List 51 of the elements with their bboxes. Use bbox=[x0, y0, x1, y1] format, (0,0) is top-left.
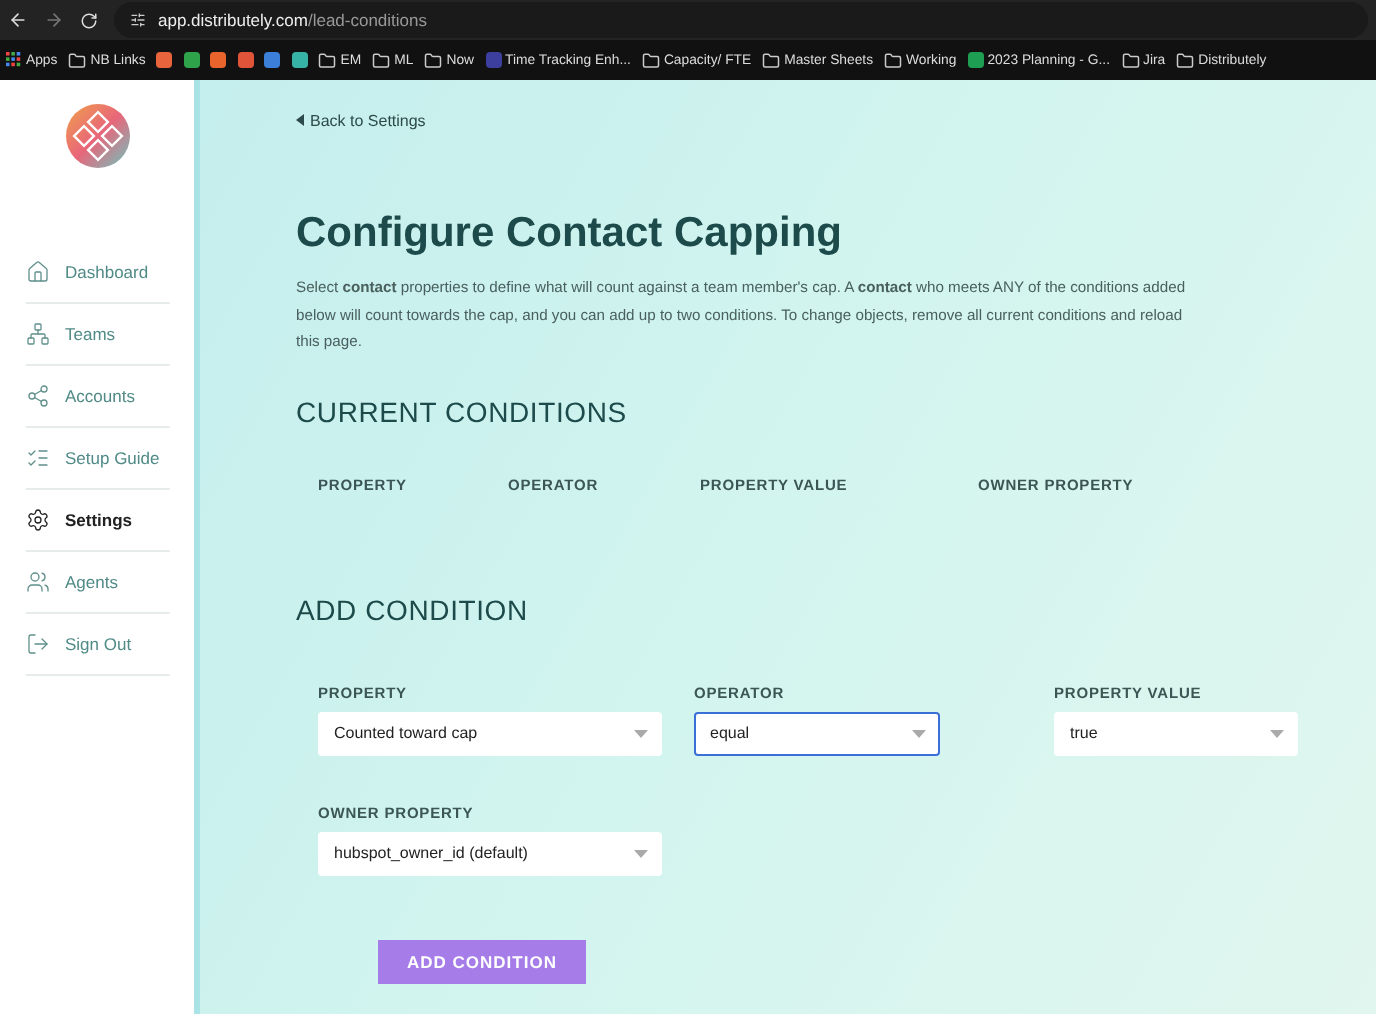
bookmark-icon[interactable] bbox=[156, 52, 173, 68]
url-path: /lead-conditions bbox=[307, 10, 428, 30]
settings-icon bbox=[25, 508, 49, 532]
org-chart-icon bbox=[25, 322, 49, 346]
caret-down-icon bbox=[634, 849, 648, 857]
house-icon bbox=[25, 260, 49, 284]
caret-left-icon bbox=[296, 114, 304, 126]
folder-icon bbox=[1121, 51, 1139, 69]
apps-grid-icon bbox=[6, 52, 22, 68]
sidebar-item[interactable]: Dashboard bbox=[25, 242, 169, 304]
hub-icon bbox=[25, 384, 49, 408]
page-title: Configure Contact Capping bbox=[296, 210, 844, 258]
sidebar-item[interactable]: Agents bbox=[25, 552, 169, 614]
caret-down-icon bbox=[912, 729, 926, 737]
people-icon bbox=[25, 570, 49, 594]
back-link[interactable]: Back to Settings bbox=[296, 104, 1376, 136]
checklist-icon bbox=[25, 446, 49, 470]
folder-icon bbox=[318, 51, 337, 69]
folder-icon bbox=[641, 51, 660, 69]
bookmark-icon[interactable] bbox=[237, 52, 254, 68]
folder-icon bbox=[884, 51, 903, 69]
bookmark-icon[interactable] bbox=[183, 52, 200, 68]
caret-down-icon bbox=[634, 729, 648, 737]
section-heading: ADD CONDITION bbox=[296, 593, 530, 625]
bookmark-icon[interactable] bbox=[291, 52, 308, 68]
sign-out-icon bbox=[25, 632, 49, 656]
logo-icon bbox=[65, 104, 129, 168]
sidebar-item[interactable]: Settings bbox=[25, 490, 169, 552]
folder-icon bbox=[1176, 51, 1195, 69]
bookmark-icon[interactable] bbox=[210, 52, 227, 68]
select-field[interactable]: hubspot_owner_id (default) bbox=[318, 831, 662, 875]
sidebar-item[interactable]: Setup Guide bbox=[25, 428, 169, 490]
select-field[interactable]: Counted toward cap bbox=[318, 711, 662, 755]
sidebar-item[interactable]: Sign Out bbox=[25, 614, 169, 676]
caret-down-icon bbox=[1270, 729, 1284, 737]
folder-icon bbox=[762, 51, 781, 69]
forward-icon[interactable] bbox=[44, 10, 64, 30]
select-field[interactable]: equal bbox=[694, 711, 940, 755]
site-settings-icon bbox=[130, 12, 146, 28]
folder-icon bbox=[372, 51, 391, 69]
section-heading: CURRENT CONDITIONS bbox=[296, 395, 629, 427]
sidebar-item[interactable]: Accounts bbox=[25, 366, 169, 428]
url-host: app.distributely.com bbox=[158, 10, 308, 30]
back-icon[interactable] bbox=[8, 10, 28, 30]
sidebar-item[interactable]: Teams bbox=[25, 304, 169, 366]
bookmark-icon[interactable] bbox=[264, 52, 281, 68]
address-bar[interactable]: app.distributely.com/lead-conditions bbox=[114, 2, 1368, 38]
folder-icon bbox=[68, 51, 87, 69]
folder-icon bbox=[424, 51, 443, 69]
reload-icon[interactable] bbox=[80, 11, 98, 29]
select-field[interactable]: true bbox=[1054, 711, 1298, 755]
